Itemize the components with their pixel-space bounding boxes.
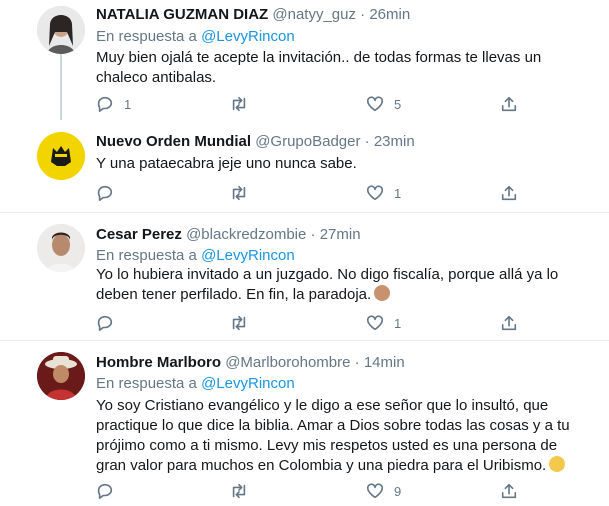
tweet-hombre-marlboro[interactable]: Hombre Marlboro @Marlborohombre · 14min … [0, 341, 609, 506]
heart-icon [366, 315, 384, 331]
retweet-button[interactable] [230, 94, 258, 114]
avatar-photo-icon [37, 352, 85, 400]
reply-button[interactable] [96, 183, 124, 203]
reply-count: 1 [124, 96, 132, 112]
timestamp[interactable]: 27min [320, 226, 361, 243]
share-button[interactable] [500, 481, 518, 501]
tweet-actions: 1 5 [96, 94, 526, 114]
share-button[interactable] [500, 183, 518, 203]
fist-emoji-icon [374, 285, 391, 301]
reply-prefix: En respuesta a [96, 28, 197, 45]
victory-hand-emoji-icon [549, 456, 566, 472]
display-name[interactable]: Nuevo Orden Mundial [96, 133, 251, 150]
tweet-text: Muy bien ojalá te acepte la invitación..… [96, 49, 542, 86]
user-handle[interactable]: @Marlborohombre [225, 354, 350, 371]
retweet-icon [232, 96, 246, 112]
tweet-text-container: Yo lo hubiera invitado a un juzgado. No … [96, 265, 591, 305]
like-count: 9 [394, 483, 402, 499]
reply-button[interactable] [96, 481, 124, 501]
avatar[interactable] [37, 6, 85, 54]
display-name[interactable]: NATALIA GUZMAN DIAZ [96, 6, 268, 23]
like-count: 1 [394, 185, 402, 201]
tweet-actions: 9 [96, 481, 526, 501]
separator: · [360, 6, 366, 23]
like-button[interactable]: 5 [366, 94, 401, 114]
retweet-icon [232, 315, 246, 331]
reply-button[interactable]: 1 [96, 94, 131, 114]
share-button[interactable] [500, 313, 518, 333]
retweet-icon [232, 185, 246, 201]
tweet-header: NATALIA GUZMAN DIAZ @natyy_guz · 26min [96, 6, 410, 23]
user-handle[interactable]: @GrupoBadger [255, 133, 360, 150]
share-icon [501, 483, 517, 499]
mention-link[interactable]: @LevyRincon [201, 247, 295, 264]
mention-link[interactable]: @LevyRincon [201, 375, 295, 392]
tweet-nuevo-orden[interactable]: Nuevo Orden Mundial @GrupoBadger · 23min… [0, 120, 609, 212]
separator: · [354, 354, 360, 371]
retweet-icon [232, 483, 246, 499]
separator: · [310, 226, 316, 243]
avatar-photo-icon [37, 224, 85, 272]
share-icon [501, 315, 517, 331]
like-button[interactable]: 1 [366, 183, 401, 203]
timestamp[interactable]: 26min [369, 6, 410, 23]
heart-icon [366, 185, 384, 201]
like-count: 1 [394, 315, 402, 331]
thread-line [60, 54, 62, 120]
user-handle[interactable]: @natyy_guz [272, 6, 356, 23]
tweet-text: Yo lo hubiera invitado a un juzgado. No … [96, 266, 559, 303]
retweet-button[interactable] [230, 183, 258, 203]
user-handle[interactable]: @blackredzombie [186, 226, 306, 243]
tweet-natalia[interactable]: NATALIA GUZMAN DIAZ @natyy_guz · 26min E… [0, 0, 609, 120]
reply-prefix: En respuesta a [96, 375, 197, 392]
reply-button[interactable] [96, 313, 124, 333]
heart-icon [366, 483, 384, 499]
reply-icon [97, 483, 113, 500]
tweet-actions: 1 [96, 183, 526, 203]
tweet-header: Nuevo Orden Mundial @GrupoBadger · 23min [96, 133, 415, 150]
tweet-header: Cesar Perez @blackredzombie · 27min [96, 226, 361, 243]
tweet-header: Hombre Marlboro @Marlborohombre · 14min [96, 354, 405, 371]
share-icon [501, 185, 517, 201]
heart-icon [366, 96, 384, 112]
display-name[interactable]: Cesar Perez [96, 226, 182, 243]
separator: · [364, 133, 370, 150]
reply-icon [97, 185, 113, 202]
reply-context: En respuesta a @LevyRincon [96, 247, 295, 264]
reply-context: En respuesta a @LevyRincon [96, 28, 295, 45]
share-button[interactable] [500, 94, 518, 114]
avatar[interactable] [37, 224, 85, 272]
display-name[interactable]: Hombre Marlboro [96, 354, 221, 371]
reply-icon [97, 96, 113, 113]
retweet-button[interactable] [230, 313, 258, 333]
tweet-actions: 1 [96, 313, 526, 333]
tweet-text: Yo soy Cristiano evangélico y le digo a … [96, 397, 570, 474]
reply-prefix: En respuesta a [96, 247, 197, 264]
tweet-text: Y una pataecabra jeje uno nunca sabe. [96, 155, 357, 172]
timestamp[interactable]: 14min [364, 354, 405, 371]
avatar-photo-icon [37, 6, 85, 54]
tweet-text-container: Yo soy Cristiano evangélico y le digo a … [96, 396, 591, 476]
tweet-cesar[interactable]: Cesar Perez @blackredzombie · 27min En r… [0, 213, 609, 340]
avatar[interactable] [37, 352, 85, 400]
like-button[interactable]: 1 [366, 313, 401, 333]
mention-link[interactable]: @LevyRincon [201, 28, 295, 45]
reply-context: En respuesta a @LevyRincon [96, 375, 295, 392]
timestamp[interactable]: 23min [374, 133, 415, 150]
share-icon [501, 96, 517, 112]
like-count: 5 [394, 96, 402, 112]
reply-icon [97, 315, 113, 332]
like-button[interactable]: 9 [366, 481, 401, 501]
avatar[interactable] [37, 132, 85, 180]
badger-logo-icon [37, 132, 85, 180]
retweet-button[interactable] [230, 481, 258, 501]
